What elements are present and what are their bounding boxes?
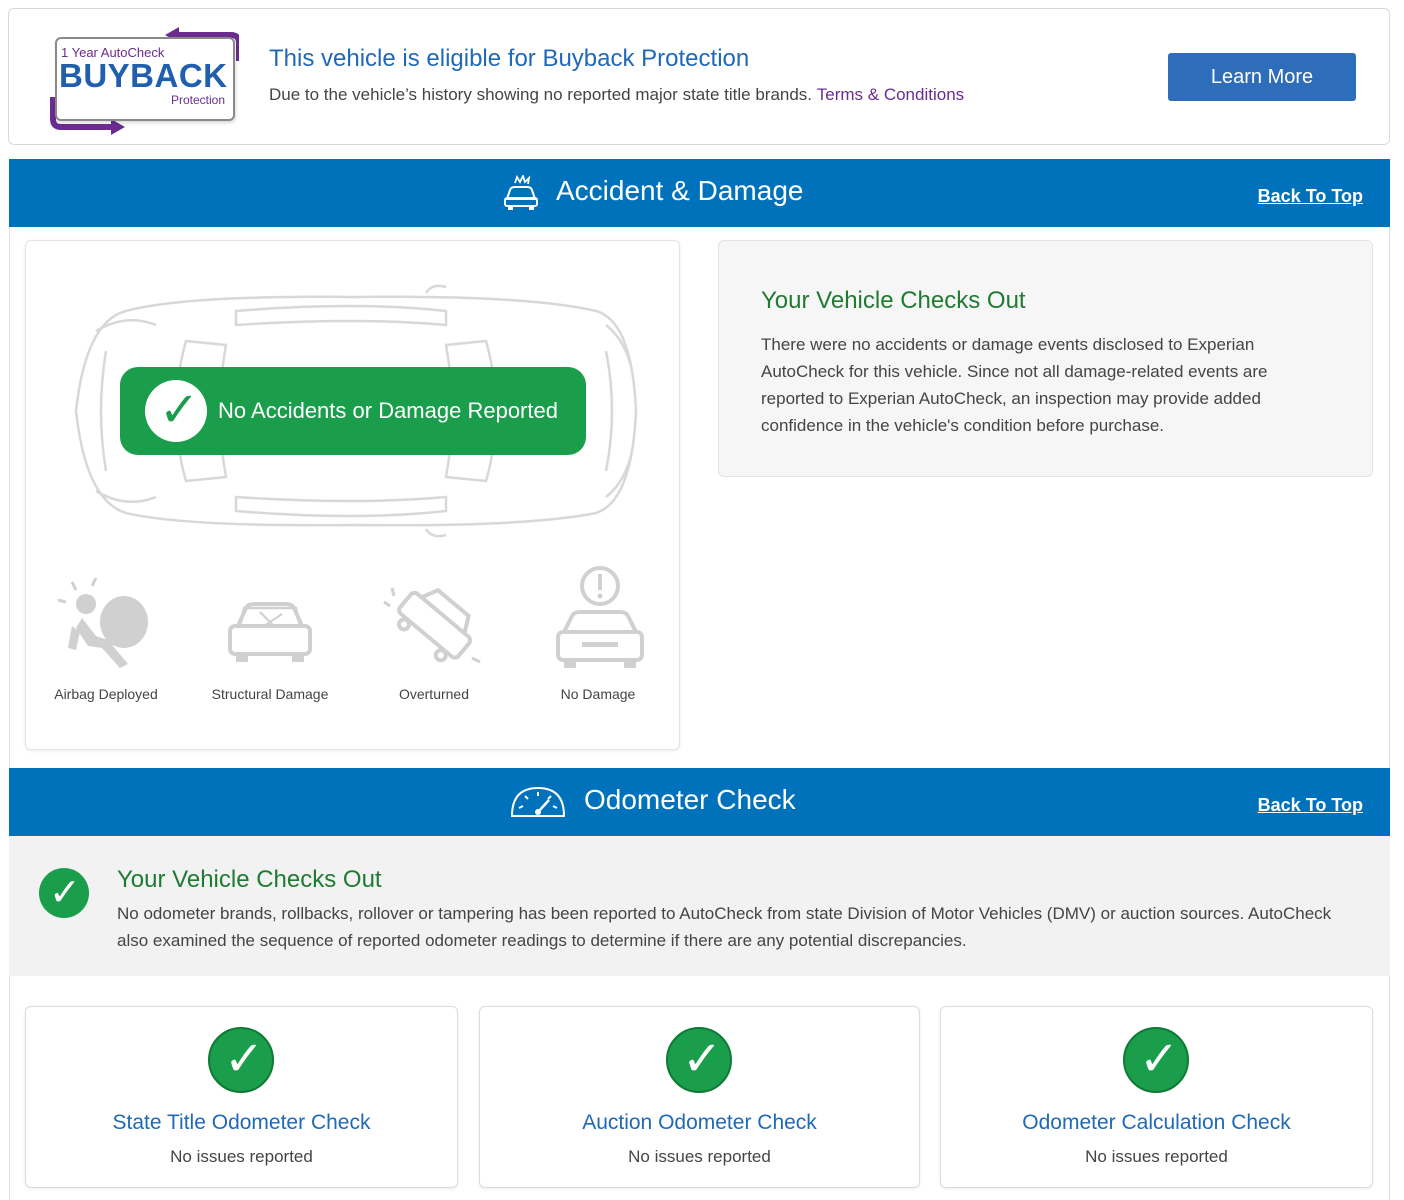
odometer-calculation-card: ✓ Odometer Calculation Check No issues r… <box>940 1006 1373 1188</box>
checkmark-icon: ✓ <box>208 1027 274 1093</box>
checkmark-icon: ✓ <box>39 868 89 918</box>
checkmark-icon: ✓ <box>145 380 207 442</box>
buyback-banner: 1 Year AutoCheck BUYBACK Protection This… <box>8 8 1390 145</box>
overturned-label: Overturned <box>398 686 470 702</box>
accident-checks-title: Your Vehicle Checks Out <box>761 287 1026 314</box>
speedometer-icon <box>509 784 567 825</box>
no-damage-icon <box>556 566 644 668</box>
accident-damage-title: Accident & Damage <box>556 175 804 206</box>
buyback-logo: 1 Year AutoCheck BUYBACK Protection <box>45 27 239 137</box>
accident-damage-header: Accident & Damage Back To Top <box>9 159 1390 227</box>
odometer-card-status: No issues reported <box>628 1147 771 1166</box>
no-damage-label: No Damage <box>560 686 636 702</box>
car-crash-icon <box>501 173 541 216</box>
structural-damage-label: Structural Damage <box>211 686 329 702</box>
no-damage-item: No Damage <box>538 566 658 702</box>
airbag-icon <box>57 577 148 668</box>
overturned-item: Overturned <box>374 566 494 702</box>
structural-damage-icon <box>228 602 312 662</box>
airbag-deployed-item: Airbag Deployed <box>46 566 166 702</box>
checkmark-icon: ✓ <box>666 1027 732 1093</box>
odometer-card-title: Auction Odometer Check <box>582 1111 817 1134</box>
damage-diagram-card: ✓ No Accidents or Damage Reported Airbag… <box>25 240 680 750</box>
buyback-title: This vehicle is eligible for Buyback Pro… <box>269 45 750 72</box>
no-accidents-badge: ✓ No Accidents or Damage Reported <box>120 367 586 455</box>
odometer-check-title: Odometer Check <box>584 784 796 815</box>
auction-odometer-card: ✓ Auction Odometer Check No issues repor… <box>479 1006 920 1188</box>
odometer-check-header: Odometer Check Back To Top <box>9 768 1390 836</box>
odometer-card-status: No issues reported <box>1085 1147 1228 1166</box>
state-title-odometer-card: ✓ State Title Odometer Check No issues r… <box>25 1006 458 1188</box>
terms-conditions-link[interactable]: Terms & Conditions <box>817 85 964 104</box>
overturned-icon <box>383 587 481 664</box>
structural-damage-item: Structural Damage <box>210 566 330 702</box>
logo-main-text: BUYBACK <box>59 57 228 94</box>
accident-checks-out-card: Your Vehicle Checks Out There were no ac… <box>718 240 1373 477</box>
airbag-deployed-label: Airbag Deployed <box>54 686 158 702</box>
odometer-checks-text: No odometer brands, rollbacks, rollover … <box>117 904 1332 950</box>
odometer-card-title: State Title Odometer Check <box>112 1111 371 1134</box>
odometer-card-status: No issues reported <box>170 1147 313 1166</box>
logo-sub-text: Protection <box>170 93 225 107</box>
back-to-top-link[interactable]: Back To Top <box>1258 186 1363 207</box>
buyback-description: Due to the vehicle’s history showing no … <box>269 85 964 105</box>
learn-more-button[interactable]: Learn More <box>1168 53 1356 101</box>
accident-checks-text: There were no accidents or damage events… <box>761 335 1268 435</box>
odometer-back-to-top-link[interactable]: Back To Top <box>1258 795 1363 816</box>
no-accidents-text: No Accidents or Damage Reported <box>218 398 558 423</box>
odometer-checks-title: Your Vehicle Checks Out <box>117 866 382 893</box>
checkmark-icon: ✓ <box>1123 1027 1189 1093</box>
odometer-checks-out-band: ✓ Your Vehicle Checks Out No odometer br… <box>9 836 1390 976</box>
odometer-card-title: Odometer Calculation Check <box>1022 1111 1291 1134</box>
buyback-description-text: Due to the vehicle’s history showing no … <box>269 85 813 104</box>
